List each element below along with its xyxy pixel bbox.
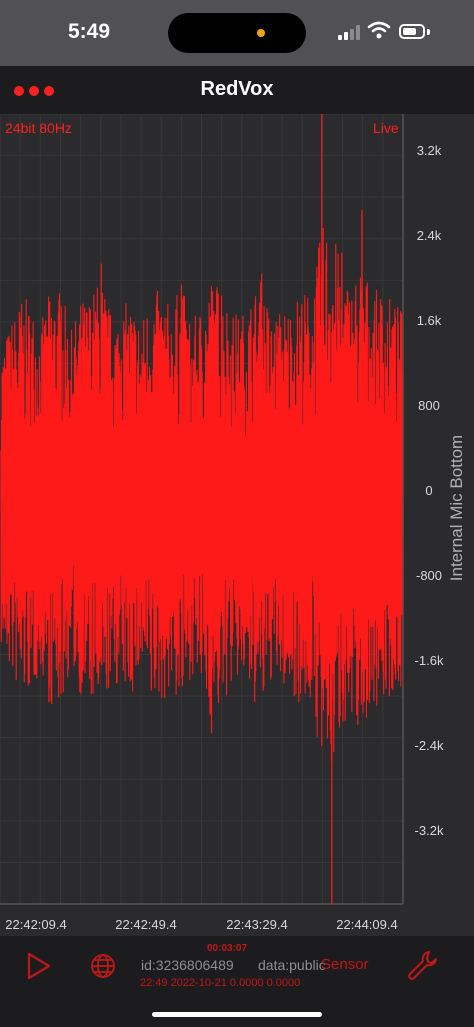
battery-tip xyxy=(427,29,430,35)
y-tick-label: 2.4k xyxy=(416,228,442,243)
y-tick-label: 0 xyxy=(425,483,433,498)
x-tick-label: 22:44:09.4 xyxy=(336,917,398,932)
battery-icon xyxy=(399,24,425,39)
status-time: 5:49 xyxy=(68,20,111,43)
wifi-icon xyxy=(367,21,391,39)
waveform-plot[interactable] xyxy=(0,114,474,936)
home-indicator xyxy=(152,1012,322,1017)
recording-timer: 00:03:07 xyxy=(207,943,248,954)
x-tick-label: 22:42:49.4 xyxy=(115,917,177,932)
sensor-button[interactable]: Sensor xyxy=(321,956,369,973)
y-tick-label: 800 xyxy=(418,398,440,413)
live-label: Live xyxy=(373,120,399,136)
y-tick-label: -3.2k xyxy=(414,823,444,838)
y-tick-label: 3.2k xyxy=(416,143,442,158)
data-visibility: data:public xyxy=(258,957,326,973)
y-tick-label: -2.4k xyxy=(414,738,444,753)
sample-info-label: 24bit 80Hz xyxy=(5,120,72,136)
y-tick-label: -1.6k xyxy=(414,653,444,668)
cellular-signal-icon xyxy=(338,24,362,40)
app-title: RedVox xyxy=(200,78,274,100)
wrench-icon[interactable] xyxy=(407,949,439,981)
play-icon[interactable] xyxy=(26,952,52,980)
x-tick-label: 22:43:29.4 xyxy=(226,917,288,932)
dynamic-island xyxy=(168,13,306,53)
waveform-canvas xyxy=(0,114,404,905)
footer-status: 22:49 2022-10-21 0.0000 0.0000 xyxy=(140,977,301,989)
x-tick-label: 22:42:09.4 xyxy=(5,917,67,932)
y-tick-label: -800 xyxy=(415,568,443,583)
globe-icon[interactable] xyxy=(90,953,116,979)
recording-indicator-icon xyxy=(257,29,265,37)
station-id: id:3236806489 xyxy=(141,957,234,973)
y-tick-label: 1.6k xyxy=(416,313,442,328)
y-axis-label: Internal Mic Bottom xyxy=(447,434,466,582)
